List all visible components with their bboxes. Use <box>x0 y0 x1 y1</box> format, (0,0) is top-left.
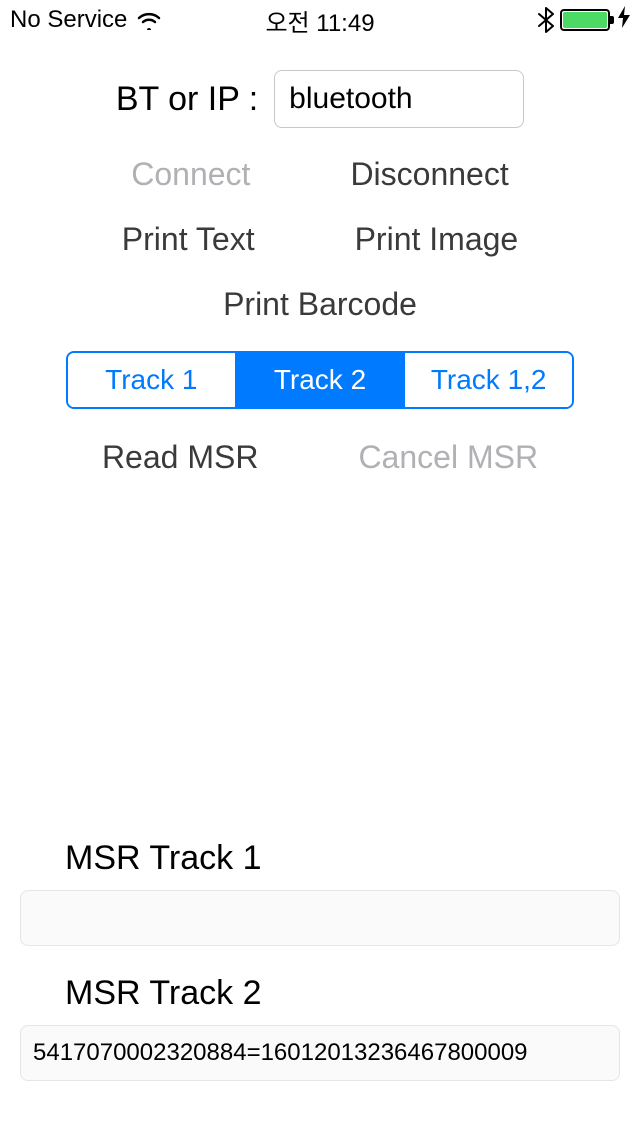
track-segmented-control[interactable]: Track 1 Track 2 Track 1,2 <box>66 351 574 409</box>
segment-track-2[interactable]: Track 2 <box>235 353 404 407</box>
msr-track-2-label: MSR Track 2 <box>65 974 620 1013</box>
connection-input[interactable] <box>274 70 524 128</box>
status-bar: No Service 오전 11:49 <box>0 0 640 40</box>
print-row-1: Print Text Print Image <box>0 221 640 258</box>
segment-track-12[interactable]: Track 1,2 <box>403 353 572 407</box>
msr-track-1-field[interactable] <box>20 890 620 946</box>
battery-icon <box>560 9 610 31</box>
read-msr-button[interactable]: Read MSR <box>102 439 259 476</box>
main-content: BT or IP : Connect Disconnect Print Text… <box>0 40 640 476</box>
print-image-button[interactable]: Print Image <box>355 221 519 258</box>
carrier-text: No Service <box>10 6 127 34</box>
print-barcode-button[interactable]: Print Barcode <box>223 286 417 323</box>
msr-row: Read MSR Cancel MSR <box>0 439 640 476</box>
connection-row: BT or IP : <box>0 70 640 128</box>
cancel-msr-button[interactable]: Cancel MSR <box>358 439 538 476</box>
wifi-icon <box>135 10 163 30</box>
connect-button[interactable]: Connect <box>131 156 250 193</box>
status-left: No Service <box>10 6 163 34</box>
bluetooth-icon <box>538 7 554 33</box>
msr-output-section: MSR Track 1 MSR Track 2 5417070002320884… <box>0 839 640 1081</box>
connect-row: Connect Disconnect <box>0 156 640 193</box>
msr-track-2-field[interactable]: 5417070002320884=16012013236467800009 <box>20 1025 620 1081</box>
connection-label: BT or IP : <box>116 80 258 119</box>
disconnect-button[interactable]: Disconnect <box>350 156 508 193</box>
print-text-button[interactable]: Print Text <box>122 221 255 258</box>
segment-track-1[interactable]: Track 1 <box>68 353 235 407</box>
msr-track-1-label: MSR Track 1 <box>65 839 620 878</box>
charging-icon <box>618 6 630 34</box>
status-right <box>538 6 630 34</box>
print-row-2: Print Barcode <box>0 286 640 323</box>
